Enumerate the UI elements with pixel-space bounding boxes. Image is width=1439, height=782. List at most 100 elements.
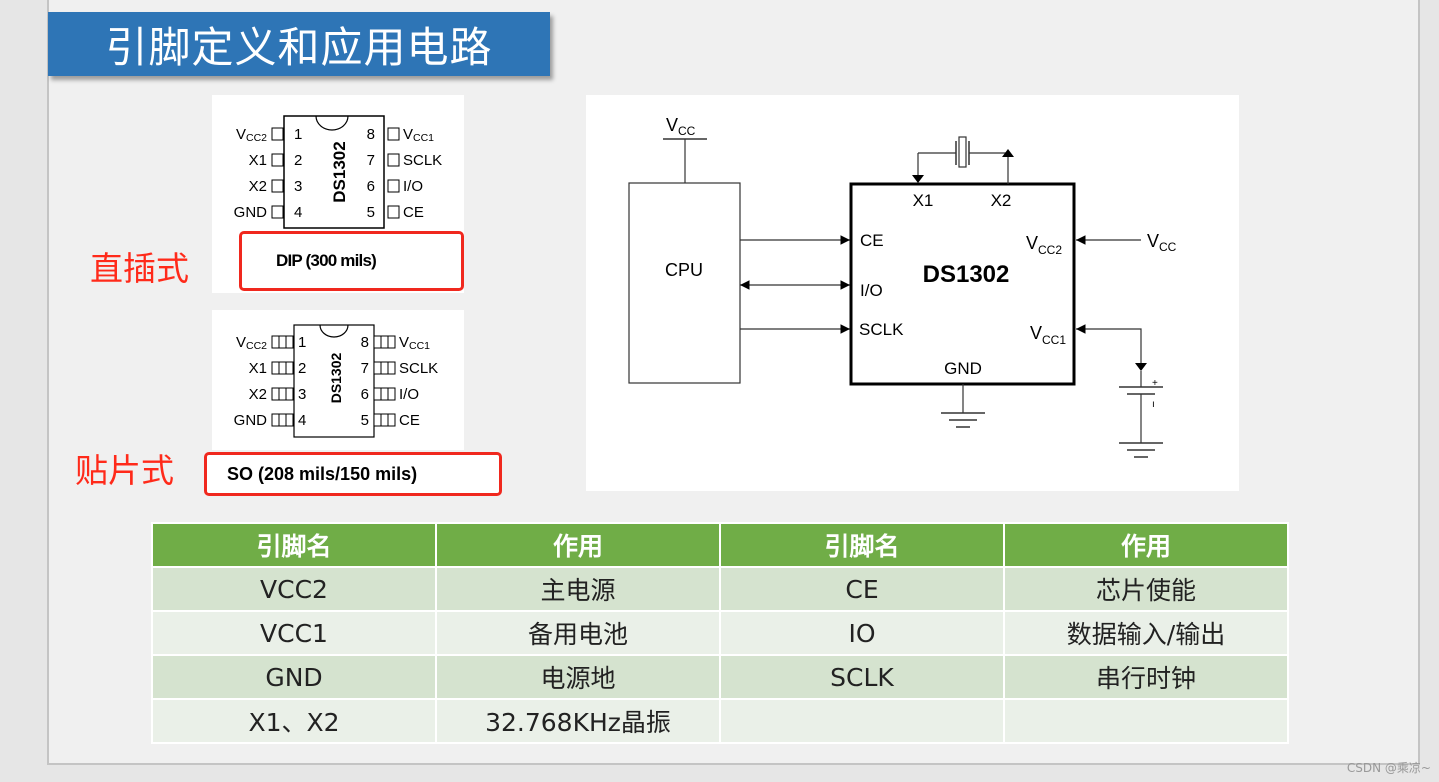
pin-pad <box>271 413 294 427</box>
pin-number: 5 <box>361 412 369 429</box>
pin-pad <box>271 153 284 167</box>
so-caption: SO (208 mils/150 mils) <box>227 463 418 484</box>
pin-number: 6 <box>361 386 369 403</box>
table-row: X1、X2 32.768KHz晶振 <box>151 698 1289 744</box>
so-chip-name: DS1302 <box>328 352 344 403</box>
pin-pad <box>373 361 396 375</box>
pin-number: 2 <box>298 360 306 377</box>
cpu-block <box>628 182 741 384</box>
pin-number: 1 <box>298 334 306 351</box>
pin-number: 7 <box>367 152 375 169</box>
pin-name-label: GND <box>234 412 268 429</box>
so-package-panel: 1 VCC2 2 X1 3 X2 4 GND 8 VCC1 7 SCLK 6 I/O 5 CE DS1302 <box>212 310 464 450</box>
pin-x1-label: X1 <box>913 191 934 210</box>
table-cell: 主电源 <box>435 566 721 612</box>
table-cell <box>1003 698 1289 744</box>
table-cell: VCC2 <box>151 566 437 612</box>
pin-name-label: SCLK <box>403 152 442 169</box>
pin-name-label: X2 <box>249 178 267 195</box>
pin-pad <box>271 387 294 401</box>
table-row: VCC2 主电源 CE 芯片使能 <box>151 566 1289 612</box>
pin-pad <box>387 153 400 167</box>
table-header-row: 引脚名 作用 引脚名 作用 <box>151 522 1289 568</box>
pin-gnd-label: GND <box>944 359 982 378</box>
pin-pad <box>387 179 400 193</box>
pin-sclk-label: SCLK <box>859 320 904 339</box>
table-cell: 串行时钟 <box>1003 654 1289 700</box>
ground-icon-battery <box>1119 442 1163 458</box>
battery-minus: ı <box>1152 399 1155 410</box>
dip-chip-name: DS1302 <box>330 141 349 202</box>
table-cell <box>719 698 1005 744</box>
crystal-icon <box>958 136 967 168</box>
table-cell: SCLK <box>719 654 1005 700</box>
cpu-vcc-label: VCC <box>666 115 696 138</box>
so-package-diagram: 1 VCC2 2 X1 3 X2 4 GND 8 VCC1 7 SCLK 6 I/O 5 CE DS1302 <box>234 324 438 438</box>
dip-caption: DIP (300 mils) <box>276 251 377 270</box>
table-row: GND 电源地 SCLK 串行时钟 <box>151 654 1289 700</box>
pin-name-label: X1 <box>249 152 267 169</box>
pin-function-table: 引脚名 作用 引脚名 作用 VCC2 主电源 CE 芯片使能 VCC1 备用电池… <box>151 522 1289 744</box>
table-row: VCC1 备用电池 IO 数据输入/输出 <box>151 610 1289 656</box>
application-circuit: VCC CPU DS1302 CE I/O SCLK X1 X2 GND VCC… <box>586 95 1239 491</box>
table-cell: 32.768KHz晶振 <box>435 698 721 744</box>
pin-name-label: VCC1 <box>399 334 430 352</box>
pin-name-label: X1 <box>249 360 267 377</box>
slide-title: 引脚定义和应用电路 <box>105 22 493 72</box>
table-cell: 备用电池 <box>435 610 721 656</box>
pin-number: 2 <box>294 152 302 169</box>
pin-pad <box>271 179 284 193</box>
table-cell: 芯片使能 <box>1003 566 1289 612</box>
pin-number: 8 <box>361 334 369 351</box>
pin-number: 8 <box>367 126 375 143</box>
cpu-label: CPU <box>665 260 703 280</box>
table-cell: CE <box>719 566 1005 612</box>
ds1302-label: DS1302 <box>923 261 1010 288</box>
pin-name-label: I/O <box>403 178 423 195</box>
pin-pad <box>373 387 396 401</box>
pin-name-label: X2 <box>249 386 267 403</box>
dip-label: 直插式 <box>90 249 189 288</box>
pin-name-label: CE <box>403 204 424 221</box>
pin-io-label: I/O <box>860 281 883 300</box>
pin-name-label: VCC2 <box>236 334 267 352</box>
pin-ce-label: CE <box>860 231 884 250</box>
pin-x2-label: X2 <box>991 191 1012 210</box>
pin-pad <box>271 361 294 375</box>
table-cell: 数据输入/输出 <box>1003 610 1289 656</box>
pin-number: 4 <box>294 204 302 221</box>
header-function-2: 作用 <box>1003 522 1289 568</box>
so-caption-box: SO (208 mils/150 mils) <box>204 452 502 496</box>
header-pin-name-1: 引脚名 <box>151 522 437 568</box>
pin-name-label: GND <box>234 204 268 221</box>
pin-number: 3 <box>294 178 302 195</box>
pin-pad <box>387 127 400 141</box>
table-cell: X1、X2 <box>151 698 437 744</box>
pin-name-label: VCC1 <box>403 126 434 144</box>
so-label: 贴片式 <box>75 451 174 490</box>
pin-name-label: I/O <box>399 386 419 403</box>
table-cell: IO <box>719 610 1005 656</box>
pin-number: 4 <box>298 412 306 429</box>
table-cell: GND <box>151 654 437 700</box>
pin-number: 5 <box>367 204 375 221</box>
vcc-right-label: VCC <box>1147 231 1177 254</box>
table-cell: VCC1 <box>151 610 437 656</box>
pin-pad <box>373 413 396 427</box>
vcc1-wire <box>1076 324 1142 368</box>
header-function-1: 作用 <box>435 522 721 568</box>
dip-caption-box: DIP (300 mils) <box>239 231 464 291</box>
ground-icon-chip <box>941 412 985 428</box>
pin-name-label: CE <box>399 412 420 429</box>
pin-number: 1 <box>294 126 302 143</box>
title-banner: 引脚定义和应用电路 <box>48 12 550 76</box>
pin-number: 7 <box>361 360 369 377</box>
table-cell: 电源地 <box>435 654 721 700</box>
battery-plus: + <box>1152 378 1158 389</box>
pin-number: 6 <box>367 178 375 195</box>
pin-pad <box>271 205 284 219</box>
pin-name-label: VCC2 <box>236 126 267 144</box>
circuit-diagram: VCC CPU DS1302 CE I/O SCLK X1 X2 GND VCC… <box>628 115 1177 458</box>
pin-name-label: SCLK <box>399 360 438 377</box>
pin-pad <box>373 335 396 349</box>
